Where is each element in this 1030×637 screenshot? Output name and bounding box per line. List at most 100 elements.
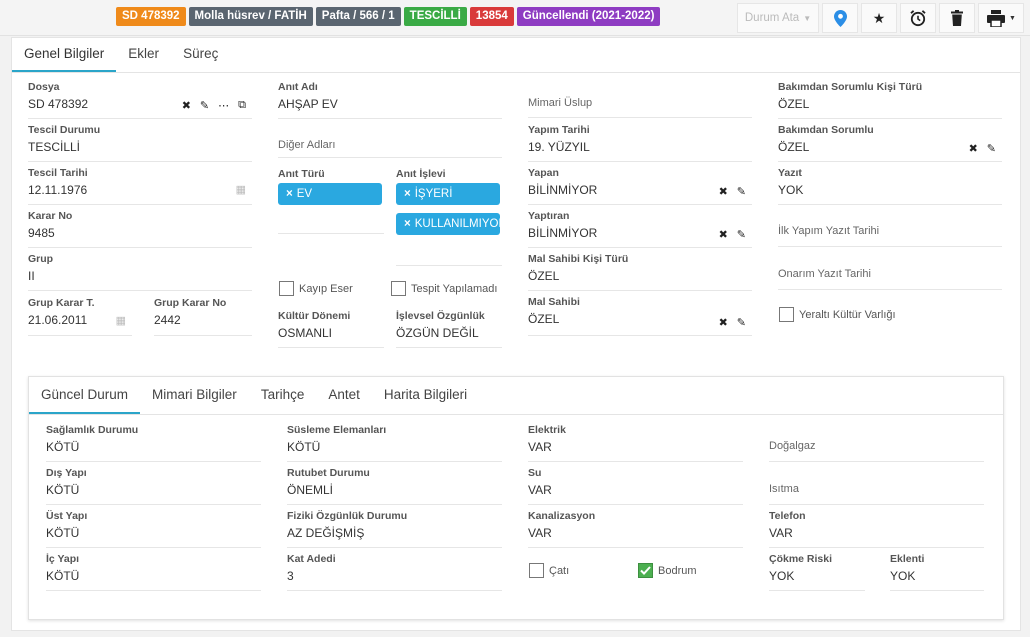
- kultur-donemi-field[interactable]: Kültür Dönemi OSMANLI: [278, 310, 384, 348]
- tab-antet[interactable]: Antet: [316, 377, 372, 414]
- bakimdan-sorumlu-field[interactable]: Bakımdan Sorumlu ÖZEL ✖ ✎: [778, 124, 1002, 162]
- anit-adi-field[interactable]: Anıt Adı AHŞAP EV: [278, 81, 502, 119]
- clear-icon[interactable]: ✖: [719, 228, 728, 241]
- calendar-icon[interactable]: ▦: [116, 314, 126, 327]
- yazit-field[interactable]: Yazıt YOK: [778, 167, 1002, 205]
- rutubet-field[interactable]: Rutubet Durumu ÖNEMLİ: [287, 467, 502, 505]
- tab-mimari-bilgiler[interactable]: Mimari Bilgiler: [140, 377, 249, 414]
- mal-sahibi-field[interactable]: Mal Sahibi ÖZEL ✖ ✎: [528, 296, 752, 336]
- tab-ekler[interactable]: Ekler: [116, 38, 171, 72]
- checkbox-box[interactable]: [279, 281, 294, 296]
- trash-icon: [951, 10, 963, 26]
- diger-adlari-field[interactable]: Diğer Adları: [278, 138, 502, 158]
- elektrik-field[interactable]: Elektrik VAR: [528, 424, 743, 462]
- tab-tarihce[interactable]: Tarihçe: [249, 377, 317, 414]
- file-number-badge: SD 478392: [116, 7, 186, 26]
- checkbox-box[interactable]: [391, 281, 406, 296]
- ust-yapi-field[interactable]: Üst Yapı KÖTÜ: [46, 510, 261, 548]
- checkbox-box[interactable]: [779, 307, 794, 322]
- grup-karar-no-label: Grup Karar No: [154, 297, 227, 309]
- status-assign-dropdown[interactable]: Durum Ata ▼: [737, 3, 819, 33]
- more-icon[interactable]: ⋯: [218, 99, 229, 112]
- yazit-value: YOK: [778, 183, 804, 197]
- bakimdan-sorumlu-actions: ✖ ✎: [969, 142, 996, 155]
- onarim-yazit-tarihi-field[interactable]: Onarım Yazıt Tarihi: [778, 267, 1002, 290]
- dosya-field[interactable]: Dosya SD 478392 ✖ ✎ ⋯ ⧉: [28, 81, 252, 119]
- karar-no-label: Karar No: [28, 210, 73, 222]
- kanalizasyon-field[interactable]: Kanalizasyon VAR: [528, 510, 743, 548]
- clear-icon[interactable]: ✖: [969, 142, 978, 155]
- mimari-uslup-field[interactable]: Mimari Üslup: [528, 96, 752, 118]
- reminder-button[interactable]: [900, 3, 936, 33]
- islevsel-ozgunluk-field[interactable]: İşlevsel Özgünlük ÖZGÜN DEĞİL: [396, 310, 502, 348]
- bodrum-checkbox[interactable]: Bodrum: [638, 563, 697, 578]
- isitma-field[interactable]: Isıtma: [769, 482, 984, 505]
- checkbox-box[interactable]: [529, 563, 544, 578]
- ilk-yapim-yazit-tarihi-field[interactable]: İlk Yapım Yazıt Tarihi: [778, 224, 1002, 247]
- grup-karar-t-field[interactable]: Grup Karar T. 21.06.2011 ▦: [28, 297, 132, 336]
- remove-chip-icon[interactable]: ×: [404, 218, 411, 230]
- print-button[interactable]: ▼: [978, 3, 1024, 33]
- remove-chip-icon[interactable]: ×: [286, 188, 293, 200]
- yapan-field[interactable]: Yapan BİLİNMİYOR ✖ ✎: [528, 167, 752, 205]
- kanalizasyon-value: VAR: [528, 526, 552, 540]
- edit-icon[interactable]: ✎: [737, 228, 746, 241]
- calendar-icon[interactable]: ▦: [236, 183, 246, 196]
- karar-no-field[interactable]: Karar No 9485: [28, 210, 252, 248]
- remove-chip-icon[interactable]: ×: [404, 188, 411, 200]
- tab-harita-bilgileri[interactable]: Harita Bilgileri: [372, 377, 479, 414]
- tab-surec[interactable]: Süreç: [171, 38, 230, 72]
- mal-sahibi-label: Mal Sahibi: [528, 296, 580, 308]
- ic-yapi-field[interactable]: İç Yapı KÖTÜ: [46, 553, 261, 591]
- susleme-field[interactable]: Süsleme Elemanları KÖTÜ: [287, 424, 502, 462]
- dogalgaz-field[interactable]: Doğalgaz: [769, 439, 984, 462]
- cokme-riski-field[interactable]: Çökme Riski YOK: [769, 553, 865, 591]
- edit-icon[interactable]: ✎: [737, 185, 746, 198]
- tab-guncel-durum[interactable]: Güncel Durum: [29, 377, 141, 414]
- yapim-tarihi-label: Yapım Tarihi: [528, 124, 590, 136]
- tescil-tarihi-field[interactable]: Tescil Tarihi 12.11.1976 ▦: [28, 167, 252, 205]
- top-bar: SD 478392 Molla hüsrev / FATİH Pafta / 5…: [0, 0, 1030, 36]
- clear-icon[interactable]: ✖: [719, 185, 728, 198]
- saglamlik-field[interactable]: Sağlamlık Durumu KÖTÜ: [46, 424, 261, 462]
- checkbox-box[interactable]: [638, 563, 653, 578]
- su-field[interactable]: Su VAR: [528, 467, 743, 505]
- edit-icon[interactable]: ✎: [200, 99, 209, 112]
- tespit-yapilamadi-checkbox[interactable]: Tespit Yapılamadı: [391, 281, 497, 296]
- anit-islevi-chip[interactable]: × KULLANILMIYOR: [396, 213, 500, 235]
- tab-genel-bilgiler[interactable]: Genel Bilgiler: [12, 38, 117, 72]
- yapim-tarihi-field[interactable]: Yapım Tarihi 19. YÜZYIL: [528, 124, 752, 162]
- bakimdan-sorumlu-kisi-turu-field[interactable]: Bakımdan Sorumlu Kişi Türü ÖZEL: [778, 81, 1002, 119]
- cati-checkbox[interactable]: Çatı: [529, 563, 569, 578]
- clear-icon[interactable]: ✖: [182, 99, 191, 112]
- anit-turu-chip[interactable]: × EV: [278, 183, 382, 205]
- status-panel: Güncel Durum Mimari Bilgiler Tarihçe Ant…: [28, 376, 1004, 620]
- dis-yapi-field[interactable]: Dış Yapı KÖTÜ: [46, 467, 261, 505]
- eklenti-field[interactable]: Eklenti YOK: [890, 553, 984, 591]
- grup-karar-no-field[interactable]: Grup Karar No 2442: [154, 297, 252, 336]
- edit-icon[interactable]: ✎: [737, 316, 746, 329]
- islevsel-ozgunluk-value: ÖZGÜN DEĞİL: [396, 326, 479, 340]
- open-external-icon[interactable]: ⧉: [238, 99, 246, 112]
- printer-icon: [987, 9, 1006, 27]
- delete-button[interactable]: [939, 3, 975, 33]
- mal-sahibi-kisi-turu-field[interactable]: Mal Sahibi Kişi Türü ÖZEL: [528, 253, 752, 291]
- edit-icon[interactable]: ✎: [987, 142, 996, 155]
- map-location-button[interactable]: [822, 3, 858, 33]
- kat-adedi-value: 3: [287, 569, 294, 583]
- kayip-eser-checkbox[interactable]: Kayıp Eser: [279, 281, 353, 296]
- tescil-durumu-field[interactable]: Tescil Durumu TESCİLLİ: [28, 124, 252, 162]
- grup-field[interactable]: Grup II: [28, 253, 252, 291]
- kat-adedi-field[interactable]: Kat Adedi 3: [287, 553, 502, 591]
- onarim-yazit-tarihi-placeholder: Onarım Yazıt Tarihi: [778, 268, 871, 280]
- clear-icon[interactable]: ✖: [719, 316, 728, 329]
- anit-islevi-chip[interactable]: × İŞYERİ: [396, 183, 500, 205]
- caret-down-icon: ▼: [803, 13, 812, 23]
- favorite-button[interactable]: ★: [861, 3, 897, 33]
- fiziki-ozgunluk-field[interactable]: Fiziki Özgünlük Durumu AZ DEĞİŞMİŞ: [287, 510, 502, 548]
- yeralti-checkbox[interactable]: Yeraltı Kültür Varlığı: [779, 307, 896, 322]
- yaptiran-field[interactable]: Yaptıran BİLİNMİYOR ✖ ✎: [528, 210, 752, 248]
- location-badge: Molla hüsrev / FATİH: [188, 7, 313, 26]
- telefon-field[interactable]: Telefon VAR: [769, 510, 984, 548]
- rutubet-value: ÖNEMLİ: [287, 483, 334, 497]
